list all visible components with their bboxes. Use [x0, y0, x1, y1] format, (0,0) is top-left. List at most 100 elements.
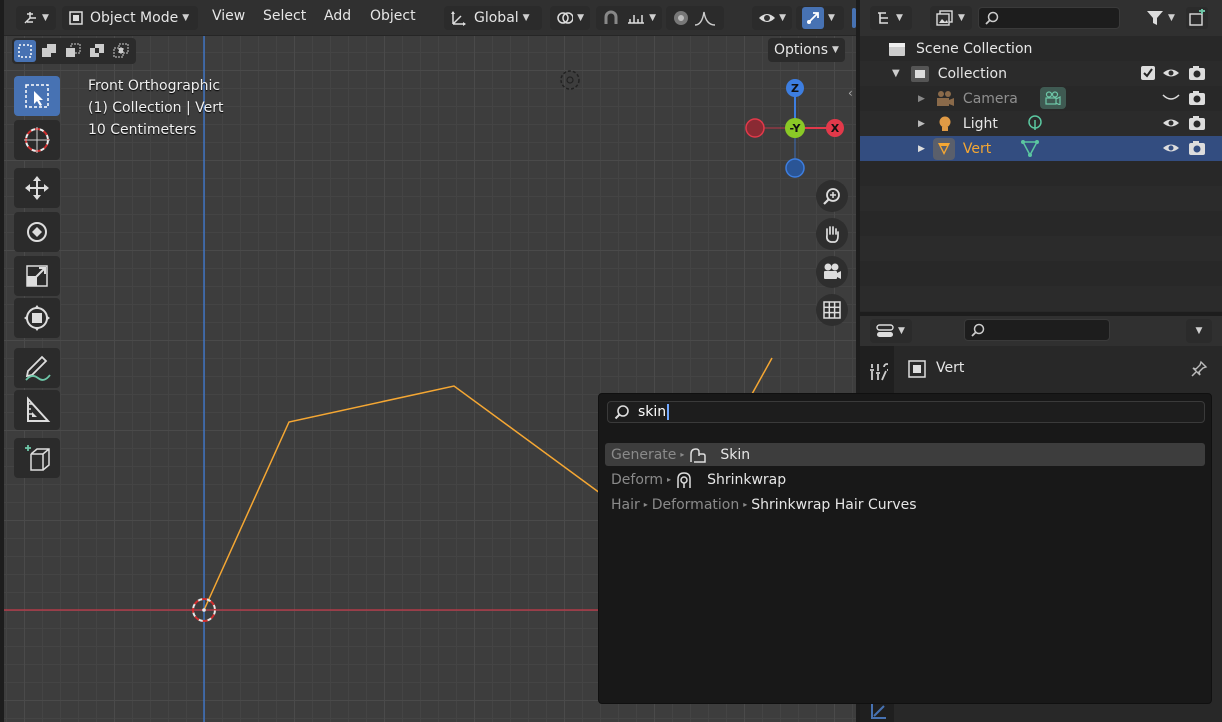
outliner-editor-dropdown[interactable]: ▼	[870, 6, 912, 30]
eye-icon[interactable]	[1162, 141, 1180, 155]
chevron-down-icon: ▼	[828, 13, 835, 23]
render-camera-icon[interactable]	[1188, 115, 1206, 131]
visibility-dropdown[interactable]: ▼	[752, 6, 792, 30]
filter-dropdown[interactable]: ▼	[1140, 6, 1182, 30]
menu-add[interactable]: Add	[324, 8, 351, 24]
eye-closed-icon[interactable]	[1162, 93, 1180, 103]
eye-icon[interactable]	[1162, 66, 1180, 80]
search-result-shrinkwrap-hair-curves[interactable]: Hair ▸ Deformation ▸ Shrinkwrap Hair Curve…	[605, 493, 1205, 516]
options-dropdown[interactable]: Options ▼	[768, 38, 845, 62]
sidebar-toggle-icon[interactable]: ‹	[848, 86, 853, 100]
collection-icon	[910, 65, 929, 82]
select-difference-button[interactable]	[86, 40, 108, 62]
skin-modifier-icon	[690, 447, 707, 463]
eye-icon[interactable]	[1162, 116, 1180, 130]
select-intersect-icon	[113, 43, 129, 58]
rotate-icon	[27, 222, 47, 242]
menu-object[interactable]: Object	[370, 8, 416, 24]
display-mode-dropdown[interactable]: ▼	[930, 6, 972, 30]
expand-right-icon[interactable]: ▶	[918, 94, 925, 104]
annotate-tool[interactable]	[14, 348, 60, 388]
transform-icon	[24, 305, 50, 331]
measure-tool[interactable]	[14, 390, 60, 430]
outliner-row-light[interactable]: ▶ Light	[860, 111, 1222, 136]
overlay-toggle-edge[interactable]	[852, 8, 856, 28]
add-cube-tool[interactable]	[14, 438, 60, 478]
gizmo-toggle-button[interactable]	[802, 7, 824, 29]
expand-down-icon[interactable]: ▼	[892, 68, 900, 79]
view-name-label: Front Orthographic	[88, 78, 221, 94]
pivot-point-dropdown[interactable]: ▼	[550, 6, 590, 30]
render-camera-icon[interactable]	[1188, 140, 1206, 156]
snap-increment-icon	[627, 15, 644, 24]
pin-icon[interactable]	[1190, 360, 1208, 378]
select-subtract-button[interactable]	[62, 40, 84, 62]
expand-right-icon[interactable]: ▶	[918, 119, 925, 129]
result-label: Shrinkwrap	[707, 471, 787, 488]
render-camera-icon[interactable]	[1188, 90, 1206, 106]
select-extend-button[interactable]	[38, 40, 60, 62]
expand-right-icon[interactable]: ▶	[918, 144, 925, 154]
properties-search-input[interactable]	[964, 319, 1110, 341]
search-result-skin[interactable]: Generate ▸ Skin	[605, 443, 1205, 466]
new-collection-button[interactable]	[1186, 7, 1208, 29]
properties-icon	[876, 324, 894, 337]
render-camera-icon[interactable]	[1188, 65, 1206, 81]
camera-data-button[interactable]	[1040, 87, 1066, 109]
path-separator-icon: ▸	[680, 450, 685, 459]
outliner-row-collection[interactable]: ▼ Collection	[860, 61, 1222, 86]
selected-object-edges	[203, 385, 605, 611]
properties-options-dropdown[interactable]: ▼	[1186, 319, 1212, 343]
gizmo-z-label: Z	[791, 82, 799, 95]
gizmo-toggle-group[interactable]: ▼	[796, 6, 844, 30]
properties-editor-dropdown[interactable]: ▼	[870, 319, 912, 343]
collection-info-label: (1) Collection | Vert	[88, 100, 224, 116]
operator-search-input[interactable]: skin	[607, 401, 1205, 423]
cursor-tool[interactable]	[14, 120, 60, 160]
navigation-gizmo[interactable]: Z X -Y	[740, 76, 850, 180]
zoom-button[interactable]	[816, 180, 848, 212]
chevron-down-icon: ▼	[958, 13, 965, 23]
select-subtract-icon	[66, 43, 81, 57]
select-extend-icon	[42, 44, 56, 57]
select-box-tool[interactable]	[14, 76, 60, 116]
ruler-icon	[27, 396, 51, 422]
orientation-dropdown[interactable]: Global ▼	[444, 6, 542, 30]
menu-select[interactable]: Select	[263, 8, 306, 24]
grid-icon	[823, 301, 841, 319]
move-tool[interactable]	[14, 168, 60, 208]
select-intersect-button[interactable]	[110, 40, 132, 62]
outliner-row-camera[interactable]: ▶ Camera	[860, 86, 1222, 111]
move-icon	[25, 176, 49, 200]
grid-view-button[interactable]	[816, 294, 848, 326]
outliner-row-scene-collection[interactable]: Scene Collection	[860, 36, 1222, 61]
scale-info-label: 10 Centimeters	[88, 122, 197, 138]
menu-view[interactable]: View	[212, 8, 245, 24]
camera-view-button[interactable]	[816, 256, 848, 288]
transform-tool[interactable]	[14, 298, 60, 338]
wrench-tab-icon[interactable]	[868, 362, 888, 382]
search-result-shrinkwrap[interactable]: Deform ▸ Shrinkwrap	[605, 468, 1205, 491]
outliner-label: Vert	[962, 140, 992, 157]
snap-group[interactable]: ▼	[596, 6, 662, 30]
checkbox-checked-icon[interactable]	[1141, 66, 1155, 80]
chevron-down-icon: ▼	[898, 326, 905, 336]
mesh-data-icon[interactable]	[1020, 139, 1040, 157]
outliner-search-input[interactable]	[978, 7, 1120, 29]
properties-object-name: Vert	[936, 360, 965, 376]
pan-button[interactable]	[816, 218, 848, 250]
gizmo-x-label: X	[831, 122, 840, 135]
mode-dropdown[interactable]: Object Mode ▼	[62, 6, 198, 30]
scale-tool[interactable]	[14, 256, 60, 296]
chevron-down-icon: ▼	[832, 45, 839, 55]
shrinkwrap-modifier-icon	[677, 471, 691, 488]
select-new-button[interactable]	[14, 40, 36, 62]
outliner-row-vert[interactable]: ▶ Vert	[860, 136, 1222, 161]
editor-type-dropdown[interactable]: ▼	[16, 6, 56, 30]
constraints-tab-icon[interactable]	[868, 702, 888, 722]
rotate-tool[interactable]	[14, 212, 60, 252]
proportional-editing-icon	[674, 11, 688, 25]
search-icon	[971, 323, 985, 337]
proportional-editing-group[interactable]	[666, 6, 724, 30]
light-data-icon[interactable]	[1026, 114, 1044, 132]
